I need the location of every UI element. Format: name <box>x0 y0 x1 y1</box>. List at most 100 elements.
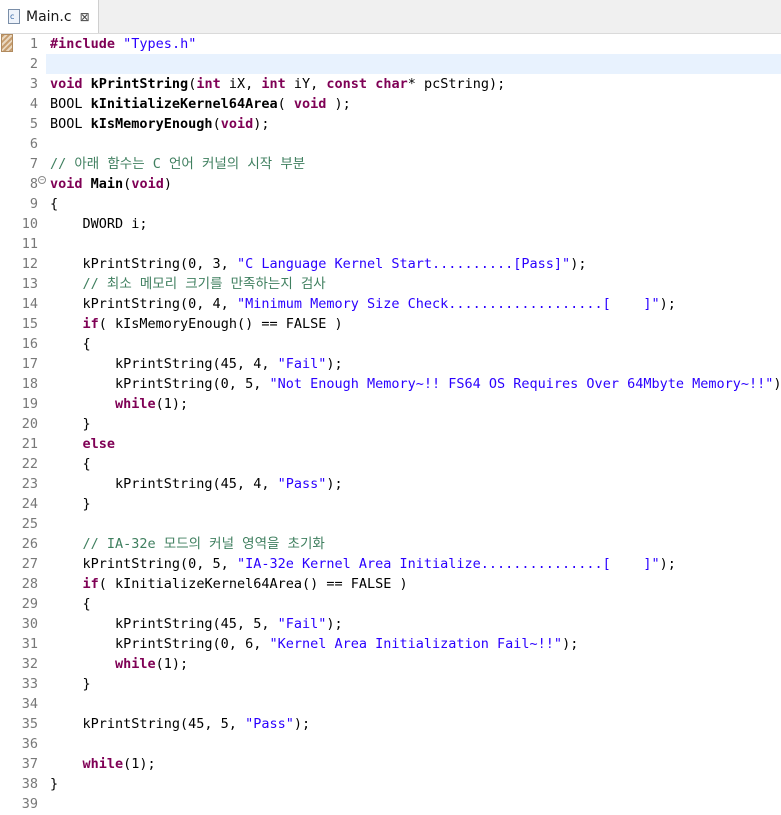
code-token: { <box>50 456 91 472</box>
code-token: ); <box>773 376 781 392</box>
line-number: 16 <box>21 336 38 352</box>
code-token: kInitializeKernel64Area <box>90 96 278 112</box>
fold-toggle-icon[interactable]: − <box>38 176 46 184</box>
code-token: "Fail" <box>277 356 327 372</box>
code-line[interactable]: } <box>50 494 91 514</box>
code-line[interactable]: while(1); <box>50 654 188 674</box>
code-area[interactable]: #include "Types.h" void kPrintString(int … <box>50 34 781 815</box>
line-number: 29 <box>21 596 38 612</box>
line-number: 22 <box>21 456 38 472</box>
code-line[interactable]: kPrintString(45, 5, "Pass"); <box>50 714 311 734</box>
line-number: 27 <box>21 556 38 572</box>
code-token: const <box>326 76 368 92</box>
line-number: 14 <box>21 296 38 312</box>
code-editor[interactable]: 1 2 3 4 5 6 7 8 9 10 11 12 13 14 15 16 17 18 19 20 21 22 23 24 2… <box>0 34 781 815</box>
code-token: kPrintString(45, 5, <box>50 616 278 632</box>
code-token: while <box>82 756 124 772</box>
line-number: 23 <box>21 476 38 492</box>
code-token: (1); <box>155 396 189 412</box>
code-line[interactable]: kPrintString(0, 4, "Minimum Memory Size … <box>50 294 676 314</box>
line-number: 30 <box>21 616 38 632</box>
code-line[interactable]: kPrintString(0, 3, "C Language Kernel St… <box>50 254 587 274</box>
code-line[interactable]: if( kIsMemoryEnough() == FALSE ) <box>50 314 343 334</box>
code-line[interactable]: void kPrintString(int iX, int iY, const … <box>50 74 505 94</box>
code-line[interactable]: DWORD i; <box>50 214 148 234</box>
line-number: 4 <box>29 96 38 112</box>
code-token: "Not Enough Memory~!! FS64 OS Requires O… <box>269 376 774 392</box>
code-token: void <box>293 96 327 112</box>
code-line[interactable]: while(1); <box>50 394 188 414</box>
code-line[interactable]: { <box>50 194 58 214</box>
code-line[interactable]: void Main(void) <box>50 174 172 194</box>
code-token: else <box>82 436 116 452</box>
code-token: "C Language Kernel Start..........[Pass]… <box>236 256 571 272</box>
code-line[interactable]: BOOL kInitializeKernel64Area( void ); <box>50 94 351 114</box>
code-line[interactable]: { <box>50 334 91 354</box>
line-number: 39 <box>21 796 38 812</box>
code-token: iX, <box>220 76 262 92</box>
code-line[interactable]: // 최소 메모리 크기를 만족하는지 검사 <box>50 274 326 294</box>
code-token: kPrintString(45, 4, <box>50 356 278 372</box>
code-line[interactable]: BOOL kIsMemoryEnough(void); <box>50 114 269 134</box>
code-token: int <box>196 76 221 92</box>
close-icon[interactable]: ⊠ <box>80 10 90 24</box>
code-token: } <box>50 776 59 792</box>
code-token: void <box>50 76 83 92</box>
code-line[interactable]: kPrintString(45, 5, "Fail"); <box>50 614 343 634</box>
editor-tab-bar: c Main.c ⊠ <box>0 0 781 34</box>
code-token: ( kInitializeKernel64Area() == FALSE ) <box>98 576 408 592</box>
code-token: (1); <box>123 756 156 772</box>
code-token: "IA-32e Kernel Area Initialize..........… <box>236 556 660 572</box>
code-token: // 아래 함수는 C 언어 커널의 시작 부분 <box>50 156 306 172</box>
code-token: "Pass" <box>277 476 327 492</box>
line-number: 31 <box>21 636 38 652</box>
code-token: kPrintString(45, 4, <box>50 476 278 492</box>
code-line[interactable]: kPrintString(45, 4, "Fail"); <box>50 354 343 374</box>
code-token: { <box>50 596 91 612</box>
code-line[interactable]: } <box>50 674 91 694</box>
code-line[interactable]: while(1); <box>50 754 156 774</box>
code-token: ); <box>326 476 343 492</box>
code-line[interactable]: else <box>50 434 116 454</box>
line-number: 35 <box>21 716 38 732</box>
code-token: void <box>220 116 254 132</box>
code-line[interactable]: } <box>50 774 58 794</box>
code-token: void <box>131 176 164 192</box>
code-line[interactable]: kPrintString(0, 5, "Not Enough Memory~!!… <box>50 374 781 394</box>
code-line[interactable]: } <box>50 414 91 434</box>
code-line[interactable]: #include "Types.h" <box>50 34 196 54</box>
code-line[interactable]: // 아래 함수는 C 언어 커널의 시작 부분 <box>50 154 305 174</box>
line-number: 36 <box>21 736 38 752</box>
tab-title: Main.c <box>26 8 72 25</box>
code-line[interactable]: // IA-32e 모드의 커널 영역을 초기화 <box>50 534 325 554</box>
code-line[interactable]: kPrintString(0, 6, "Kernel Area Initiali… <box>50 634 578 654</box>
code-token: "Kernel Area Initialization Fail~!!" <box>269 636 563 652</box>
code-line[interactable]: if( kInitializeKernel64Area() == FALSE ) <box>50 574 408 594</box>
code-line[interactable]: { <box>50 454 91 474</box>
code-token: kPrintString(45, 5, <box>50 716 246 732</box>
code-token: if <box>82 316 99 332</box>
line-number: 5 <box>29 116 38 132</box>
line-number: 26 <box>21 536 38 552</box>
code-token: kPrintString(0, 6, <box>50 636 270 652</box>
code-token: ); <box>253 116 270 132</box>
code-line[interactable]: { <box>50 594 91 614</box>
code-token: ( <box>277 96 294 112</box>
line-number-gutter: 1 2 3 4 5 6 7 8 9 10 11 12 13 14 15 16 17 18 19 20 21 22 23 24 2… <box>14 34 46 815</box>
code-line[interactable]: kPrintString(0, 5, "IA-32e Kernel Area I… <box>50 554 676 574</box>
code-token: ); <box>659 556 676 572</box>
code-token: { <box>50 196 59 212</box>
line-number: 3 <box>29 76 38 92</box>
tab-main-c[interactable]: c Main.c ⊠ <box>0 0 99 33</box>
line-number: 11 <box>21 236 38 252</box>
code-token: "Fail" <box>277 616 327 632</box>
code-line[interactable]: kPrintString(45, 4, "Pass"); <box>50 474 343 494</box>
code-token: if <box>82 576 99 592</box>
